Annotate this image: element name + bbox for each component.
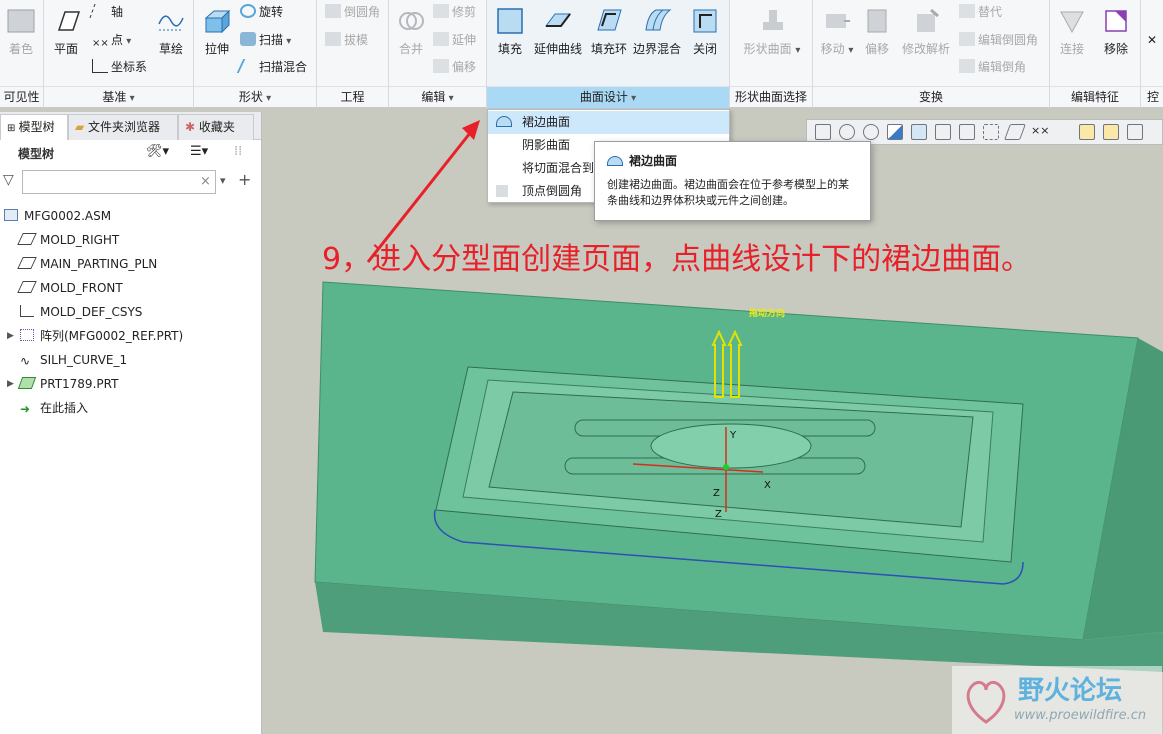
watermark-logo-icon [966,680,1006,724]
annotation-arrow [366,120,480,263]
watermark-title: 野火论坛 [1018,676,1123,706]
annotation-text: 9，进入分型面创建页面，点曲线设计下的裙边曲面。 [322,242,1032,277]
watermark-url: www.proewildfire.cn [1014,708,1147,723]
watermark: 野火论坛 www.proewildfire.cn [952,666,1162,734]
